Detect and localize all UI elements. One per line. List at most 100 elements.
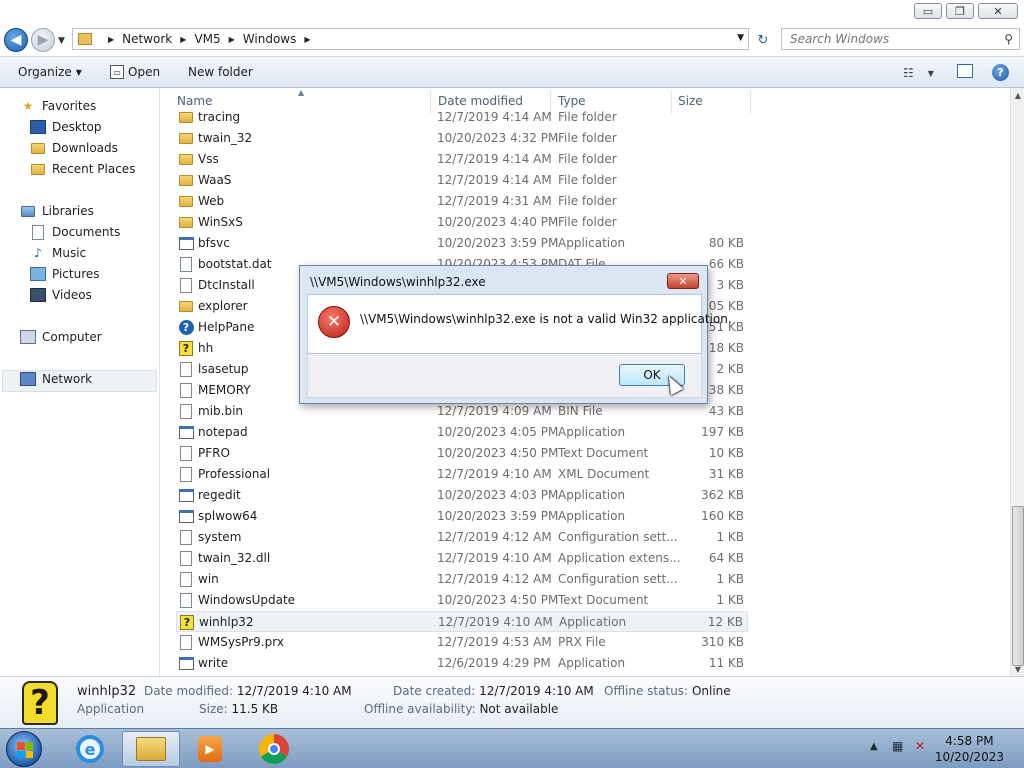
nav-desktop[interactable]: Desktop (30, 120, 102, 134)
volume-muted-icon[interactable]: ✕ (915, 739, 925, 753)
folder-icon (178, 109, 194, 125)
file-row[interactable]: Vss 12/7/2019 4:14 AM File folder (176, 149, 748, 170)
nav-pictures[interactable]: Pictures (30, 267, 100, 281)
search-icon[interactable]: ⚲ (1004, 32, 1013, 46)
column-header-size[interactable]: Size (678, 94, 703, 108)
file-date-modified: 10/20/2023 4:50 PM (437, 446, 559, 460)
file-row[interactable]: win 12/7/2019 4:12 AM Configuration sett..… (176, 569, 748, 590)
nav-downloads[interactable]: Downloads (30, 141, 118, 155)
file-type: File folder (558, 152, 617, 166)
maximize-button[interactable]: ❐ (946, 3, 974, 19)
file-row[interactable]: regedit 10/20/2023 4:03 PM Application 362 … (176, 485, 748, 506)
search-box[interactable]: ⚲ (781, 28, 1020, 50)
column-header-date[interactable]: Date modified (438, 94, 523, 108)
taskbar-internet-explorer[interactable]: e (64, 731, 116, 767)
file-row[interactable]: tracing 12/7/2019 4:14 AM File folder (176, 107, 748, 128)
file-size: 2 KB (716, 362, 744, 376)
taskbar: e ▶ ▲ ▦ ✕ 4:58 PM 10/20/2023 (0, 728, 1024, 768)
file-row[interactable]: WindowsUpdate 10/20/2023 4:50 PM Text Docu… (176, 590, 748, 611)
file-size: 1 KB (716, 530, 744, 544)
address-bar[interactable]: ▶ Network ▶ VM5 ▶ Windows ▶ ▼ (72, 28, 749, 50)
scroll-up-icon[interactable]: ▲ (1011, 88, 1024, 102)
system-clock[interactable]: 4:58 PM 10/20/2023 (935, 733, 1004, 765)
open-icon: ▭ (110, 65, 124, 79)
network-icon (20, 372, 36, 386)
document-icon (178, 403, 194, 419)
nav-libraries[interactable]: Libraries (20, 204, 94, 218)
document-icon (178, 571, 194, 587)
file-row[interactable]: splwow64 10/20/2023 3:59 PM Application 160… (176, 506, 748, 527)
change-view-icon[interactable]: ☷ ▼ (903, 64, 934, 82)
open-button[interactable]: ▭ Open (110, 65, 160, 79)
file-name: twain_32 (198, 131, 253, 145)
computer-icon (20, 330, 36, 344)
file-date-modified: 10/20/2023 4:05 PM (437, 425, 559, 439)
start-button[interactable] (6, 731, 42, 767)
file-date-modified: 12/7/2019 4:12 AM (437, 530, 552, 544)
file-row[interactable]: PFRO 10/20/2023 4:50 PM Text Document 10 KB (176, 443, 748, 464)
file-row[interactable]: mib.bin 12/7/2019 4:09 AM BIN File 43 KB (176, 401, 748, 422)
address-dropdown-icon[interactable]: ▼ (737, 33, 744, 43)
file-row[interactable]: twain_32.dll 12/7/2019 4:10 AM Application… (176, 548, 748, 569)
file-row[interactable]: WMSysPr9.prx 12/7/2019 4:53 AM PRX File 310… (176, 632, 748, 653)
file-size: 43 KB (708, 404, 744, 418)
file-row[interactable]: notepad 10/20/2023 4:05 PM Application 197 … (176, 422, 748, 443)
error-icon: ✕ (318, 306, 350, 338)
dialog-message: \\VM5\Windows\winhlp32.exe is not a vali… (360, 312, 732, 326)
file-date-modified: 12/7/2019 4:10 AM (437, 467, 552, 481)
file-row[interactable]: bfsvc 10/20/2023 3:59 PM Application 80 KB (176, 233, 748, 254)
minimize-button[interactable]: ▭ (914, 3, 942, 19)
file-row[interactable]: Web 12/7/2019 4:31 AM File folder (176, 191, 748, 212)
file-size: 18 KB (708, 341, 744, 355)
file-date-modified: 12/7/2019 4:14 AM (437, 110, 552, 124)
dialog-close-button[interactable]: ✕ (667, 273, 699, 289)
file-size: 310 KB (701, 635, 744, 649)
file-row[interactable]: ? winhlp32 12/7/2019 4:10 AM Application 12 … (176, 611, 748, 632)
file-name: tracing (198, 110, 241, 124)
nav-computer[interactable]: Computer (20, 330, 102, 344)
taskbar-media-player[interactable]: ▶ (184, 731, 236, 767)
file-row[interactable]: WinSxS 10/20/2023 4:40 PM File folder (176, 212, 748, 233)
help-icon[interactable]: ? (992, 64, 1009, 81)
new-folder-button[interactable]: New folder (188, 65, 253, 79)
file-row[interactable]: twain_32 10/20/2023 4:32 PM File folder (176, 128, 748, 149)
close-button[interactable]: ✕ (978, 3, 1018, 19)
vertical-scrollbar[interactable]: ▲ ▼ (1010, 88, 1024, 676)
breadcrumb-vm5[interactable]: VM5 ▶ (194, 32, 234, 46)
file-row[interactable]: Professional 12/7/2019 4:10 AM XML Documen… (176, 464, 748, 485)
preview-pane-icon[interactable] (957, 64, 973, 78)
file-type: Configuration sett... (558, 530, 678, 544)
nav-recent-places[interactable]: Recent Places (30, 162, 135, 176)
file-date-modified: 10/20/2023 4:50 PM (437, 593, 559, 607)
column-header-name[interactable]: Name (177, 94, 212, 108)
breadcrumb-windows[interactable]: Windows ▶ (243, 32, 311, 46)
nav-favorites[interactable]: ★ Favorites (20, 99, 97, 113)
forward-button[interactable]: ▶ (31, 28, 55, 52)
file-name: WindowsUpdate (198, 593, 296, 607)
scroll-down-icon[interactable]: ▼ (1011, 662, 1024, 676)
breadcrumb-network[interactable]: Network ▶ (122, 32, 186, 46)
search-input[interactable] (790, 32, 990, 46)
network-tray-icon[interactable]: ▦ (892, 739, 903, 753)
folder-icon (178, 151, 194, 167)
scroll-thumb[interactable] (1012, 506, 1024, 666)
file-row[interactable]: WaaS 12/7/2019 4:14 AM File folder (176, 170, 748, 191)
file-row[interactable]: write 12/6/2019 4:29 PM Application 11 KB (176, 653, 748, 674)
back-button[interactable]: ◀ (4, 28, 28, 52)
organize-button[interactable]: Organize ▼ (18, 65, 82, 79)
refresh-icon[interactable]: ↻ (752, 30, 774, 50)
taskbar-windows-explorer[interactable] (122, 731, 180, 767)
file-name: splwow64 (198, 509, 258, 523)
file-date-modified: 12/7/2019 4:09 AM (437, 404, 552, 418)
recent-pages-dropdown[interactable]: ▼ (58, 36, 65, 46)
nav-documents[interactable]: Documents (30, 224, 120, 240)
taskbar-chrome[interactable] (248, 731, 300, 767)
file-row[interactable]: system 12/7/2019 4:12 AM Configuration set… (176, 527, 748, 548)
column-header-type[interactable]: Type (558, 94, 586, 108)
show-hidden-icons[interactable]: ▲ (870, 741, 878, 752)
breadcrumb-arrow[interactable]: ▶ (100, 35, 114, 44)
nav-videos[interactable]: Videos (30, 288, 92, 302)
nav-network[interactable]: Network (20, 372, 92, 386)
column-divider[interactable] (750, 90, 751, 114)
nav-music[interactable]: ♪ Music (30, 246, 86, 260)
